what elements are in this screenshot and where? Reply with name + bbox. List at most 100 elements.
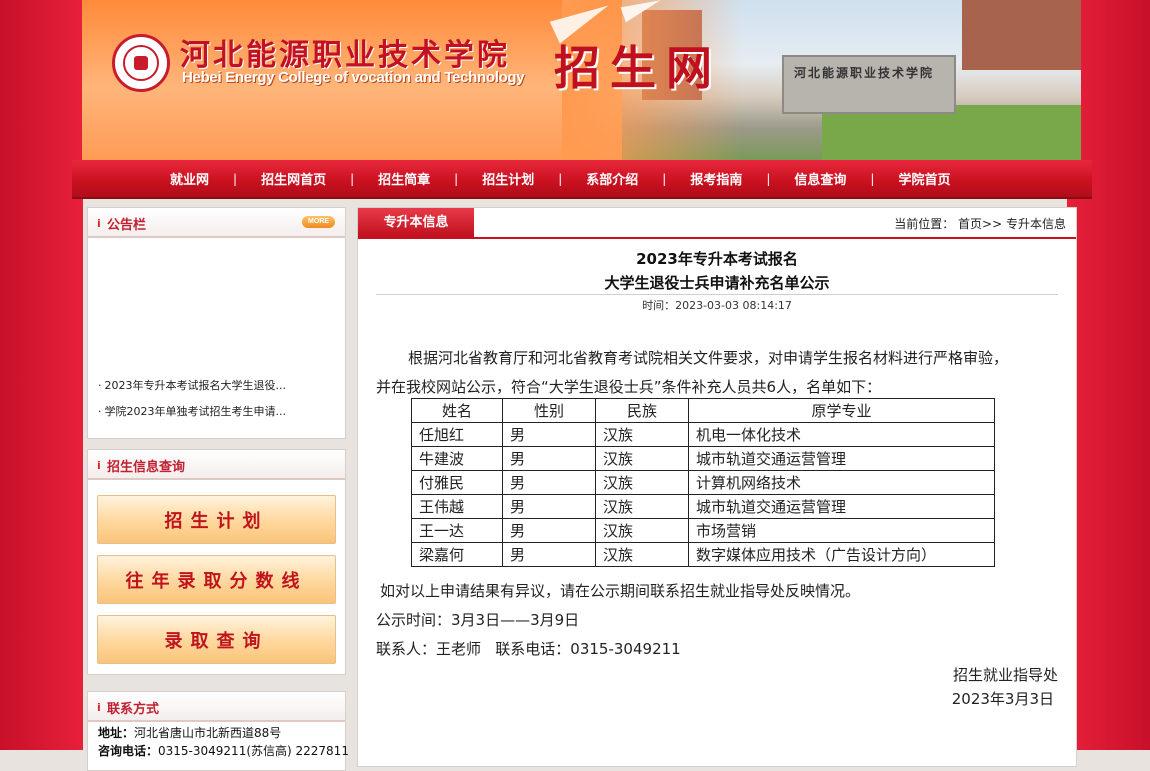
cell-major: 城市轨道交通运营管理	[688, 446, 995, 471]
list-item[interactable]: · 学院2023年单独考试招生考生申请...	[98, 402, 286, 428]
cell-ethnicity: 汉族	[595, 542, 689, 567]
title-divider	[376, 294, 1058, 295]
table-row: 王伟越 男 汉族 城市轨道交通运营管理	[411, 494, 995, 519]
past-scores-button[interactable]: 往年录取分数线	[97, 555, 336, 604]
notice-link[interactable]: 学院2023年单独考试招生考生申请...	[105, 405, 286, 418]
cell-major: 数字媒体应用技术（广告设计方向）	[688, 542, 995, 567]
breadcrumb-current-link[interactable]: 专升本信息	[1006, 217, 1066, 231]
publish-time: 时间：2023-03-03 08:14:17	[642, 299, 792, 312]
nav-item-college-home[interactable]: 学院首页	[898, 169, 950, 188]
contact-panel: i 联系方式 地址：河北省唐山市北新西道88号 咨询电话：0315-304921…	[87, 691, 349, 771]
cell-name: 任旭红	[411, 422, 503, 447]
cell-ethnicity: 汉族	[595, 494, 689, 519]
nav-item-info-query[interactable]: 信息查询	[794, 169, 846, 188]
cell-name: 付雅民	[411, 470, 503, 495]
table-row: 任旭红 男 汉族 机电一体化技术	[411, 422, 995, 447]
column-header: 民族	[595, 398, 689, 423]
notice-link[interactable]: 2023年专升本考试报名大学生退役...	[105, 379, 286, 392]
phone-value: 0315-3049211(苏信高) 2227811	[158, 744, 349, 758]
article-panel: 专升本信息 当前位置： 首页>> 专升本信息 2023年专升本考试报名 大学生退…	[357, 207, 1077, 767]
publicity-period: 公示时间：3月3日——3月9日	[376, 611, 580, 629]
cell-gender: 男	[502, 542, 596, 567]
main-nav: 就业网 | 招生网首页 | 招生简章 | 招生计划 | 系部介绍 | 报考指南 | 信息查询…	[72, 160, 1092, 199]
notice-board-panel: i 公告栏 MORE · 2023年专升本考试报名大学生退役... · 学院2023…	[87, 207, 346, 439]
college-logo	[112, 34, 170, 92]
list-item[interactable]: · 2023年专升本考试报名大学生退役...	[98, 376, 286, 402]
article-tabbar: 专升本信息 当前位置： 首页>> 专升本信息	[358, 208, 1076, 239]
article-title-line1: 2023年专升本考试报名	[636, 250, 798, 268]
nav-item-admissions-home[interactable]: 招生网首页	[261, 169, 326, 188]
panel-title: 招生信息查询	[107, 460, 186, 475]
nav-separator: |	[766, 171, 771, 186]
signature-department: 招生就业指导处	[952, 666, 1058, 684]
cell-major: 计算机网络技术	[688, 470, 995, 495]
notice-list: · 2023年专升本考试报名大学生退役... · 学院2023年单独考试招生考生申请…	[98, 376, 286, 428]
cell-name: 牛建波	[411, 446, 503, 471]
nav-item-brochure[interactable]: 招生简章	[378, 169, 430, 188]
gate-inscription: 河北能源职业技术学院	[794, 66, 935, 80]
more-button[interactable]: MORE	[302, 216, 335, 228]
nav-item-guide[interactable]: 报考指南	[690, 169, 742, 188]
bullet-icon: ·	[98, 405, 102, 418]
nav-separator: |	[870, 171, 875, 186]
bullet-icon: i	[97, 701, 101, 714]
contact-address: 地址：河北省唐山市北新西道88号	[98, 724, 281, 741]
panel-title: 公告栏	[107, 218, 147, 233]
table-row: 牛建波 男 汉族 城市轨道交通运营管理	[411, 446, 995, 471]
page-side-background-left	[0, 0, 83, 750]
admission-lookup-button[interactable]: 录取查询	[97, 615, 336, 664]
admission-query-panel: i 招生信息查询 招生计划 往年录取分数线 录取查询	[87, 449, 346, 675]
admission-plan-button[interactable]: 招生计划	[97, 495, 336, 544]
nav-item-jobs[interactable]: 就业网	[170, 169, 209, 188]
bullet-icon: ·	[98, 379, 102, 392]
bullet-icon: i	[97, 217, 101, 230]
signature-date: 2023年3月3日	[951, 690, 1054, 708]
breadcrumb-prefix: 当前位置：	[894, 217, 955, 231]
article-paragraph: 根据河北省教育厅和河北省教育考试院相关文件要求，对申请学生报名材料进行严格审验，	[408, 349, 1009, 367]
nav-item-plan[interactable]: 招生计划	[482, 169, 534, 188]
contact-person: 联系人：王老师 联系电话：0315-3049211	[376, 640, 681, 658]
column-header: 姓名	[411, 398, 503, 423]
tab-upgrade-info[interactable]: 专升本信息	[358, 208, 474, 237]
nav-separator: |	[350, 171, 355, 186]
table-row: 王一达 男 汉族 市场营销	[411, 518, 995, 543]
cell-major: 市场营销	[688, 518, 995, 543]
column-header: 性别	[502, 398, 596, 423]
phone-label: 咨询电话：	[98, 744, 159, 758]
address-value: 河北省唐山市北新西道88号	[134, 726, 282, 740]
cell-name: 王伟越	[411, 494, 503, 519]
nav-separator: |	[662, 171, 667, 186]
table-header-row: 姓名 性别 民族 原学专业	[411, 398, 995, 423]
objection-note: 如对以上申请结果有异议，请在公示期间联系招生就业指导处反映情况。	[380, 582, 861, 600]
college-name-en: Hebei Energy College of vocation and Tec…	[182, 69, 525, 86]
panel-header: i 招生信息查询	[88, 450, 345, 480]
cell-ethnicity: 汉族	[595, 518, 689, 543]
nav-separator: |	[233, 171, 238, 186]
panel-header: i 公告栏 MORE	[88, 208, 345, 238]
cell-name: 梁嘉何	[411, 542, 503, 567]
cell-ethnicity: 汉族	[595, 470, 689, 495]
cell-gender: 男	[502, 470, 596, 495]
cell-gender: 男	[502, 446, 596, 471]
cell-major: 机电一体化技术	[688, 422, 995, 447]
breadcrumb-separator: >>	[982, 217, 1003, 231]
cell-major: 城市轨道交通运营管理	[688, 494, 995, 519]
breadcrumb-home-link[interactable]: 首页	[958, 217, 982, 231]
contact-phone: 咨询电话：0315-3049211(苏信高) 2227811	[98, 742, 349, 759]
cell-ethnicity: 汉族	[595, 446, 689, 471]
article-title-line2: 大学生退役士兵申请补充名单公示	[604, 274, 830, 292]
table-row: 付雅民 男 汉族 计算机网络技术	[411, 470, 995, 495]
panel-title: 联系方式	[107, 702, 160, 717]
cell-gender: 男	[502, 518, 596, 543]
cell-gender: 男	[502, 422, 596, 447]
article-paragraph: 并在我校网站公示，符合“大学生退役士兵”条件补充人员共6人，名单如下：	[376, 378, 882, 396]
cell-ethnicity: 汉族	[595, 422, 689, 447]
cell-gender: 男	[502, 494, 596, 519]
panel-header: i 联系方式	[88, 692, 345, 722]
table-row: 梁嘉何 男 汉族 数字媒体应用技术（广告设计方向）	[411, 542, 995, 567]
cell-name: 王一达	[411, 518, 503, 543]
nav-item-departments[interactable]: 系部介绍	[586, 169, 638, 188]
breadcrumb: 当前位置： 首页>> 专升本信息	[894, 215, 1066, 232]
campus-building	[962, 0, 1081, 70]
address-label: 地址：	[98, 726, 135, 740]
